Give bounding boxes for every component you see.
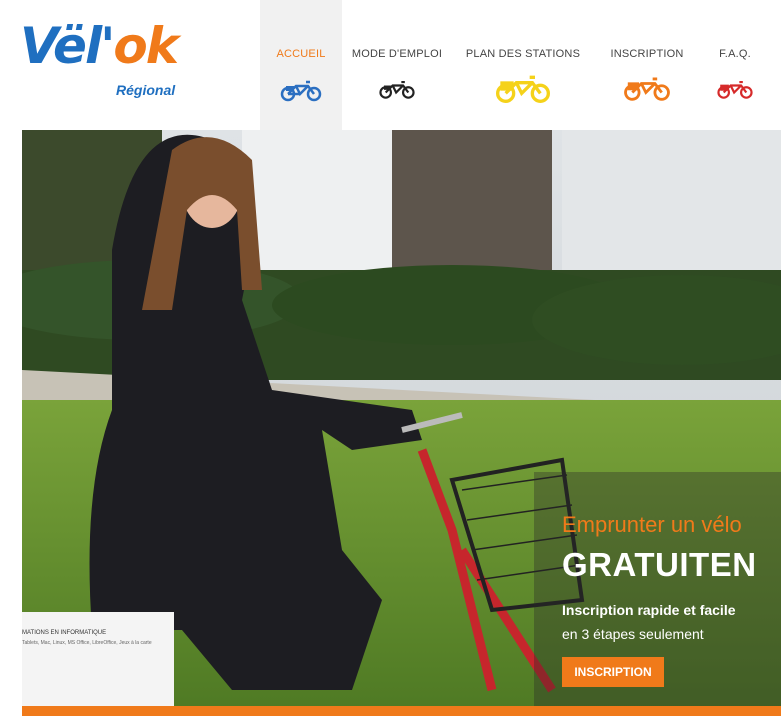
logo-wordmark: Vël'ok <box>20 16 179 76</box>
logo-subtitle: Régional <box>116 82 176 98</box>
inscription-button[interactable]: INSCRIPTION <box>562 657 664 687</box>
logo-vel: Vël' <box>20 17 115 75</box>
sign-subtext: Tablets, Mac, Linux, MS Office, LibreOff… <box>22 640 152 646</box>
nav-item-accueil[interactable]: ACCUEIL <box>260 0 342 130</box>
promo-headline: GRATUITEN <box>562 546 757 583</box>
site-header: Vël'ok Régional ACCUEIL MODE D'EMPLOI PL… <box>0 0 781 130</box>
nav-label: MODE D'EMPLOI <box>351 48 443 60</box>
velok-logo[interactable]: Vël'ok Régional <box>20 14 190 114</box>
bike-icon <box>624 77 670 101</box>
nav-item-faq[interactable]: F.A.Q. <box>700 0 770 130</box>
sign-text: MATIONS EN INFORMATIQUE <box>22 630 107 636</box>
logo-ok: ok <box>113 17 179 75</box>
nav-label: INSCRIPTION <box>610 48 684 60</box>
footer-accent-bar <box>22 706 781 716</box>
info-sign <box>22 612 174 708</box>
promo-text: en 3 étapes seulement <box>562 626 704 642</box>
bike-icon <box>495 75 550 103</box>
nav-item-inscription[interactable]: INSCRIPTION <box>594 0 700 130</box>
nav-item-mode-emploi[interactable]: MODE D'EMPLOI <box>342 0 452 130</box>
promo-subheading: Inscription rapide et facile <box>562 602 736 618</box>
promo-heading: Emprunter un vélo <box>562 512 742 537</box>
nav-label: PLAN DES STATIONS <box>465 48 581 60</box>
nav-item-plan-stations[interactable]: PLAN DES STATIONS <box>452 0 594 130</box>
bike-icon <box>379 80 415 99</box>
bike-icon <box>280 80 322 102</box>
nav-label: F.A.Q. <box>719 48 751 60</box>
bike-icon <box>717 80 753 99</box>
main-nav: ACCUEIL MODE D'EMPLOI PLAN DES STATIONS … <box>260 0 770 130</box>
nav-label: ACCUEIL <box>276 48 326 60</box>
